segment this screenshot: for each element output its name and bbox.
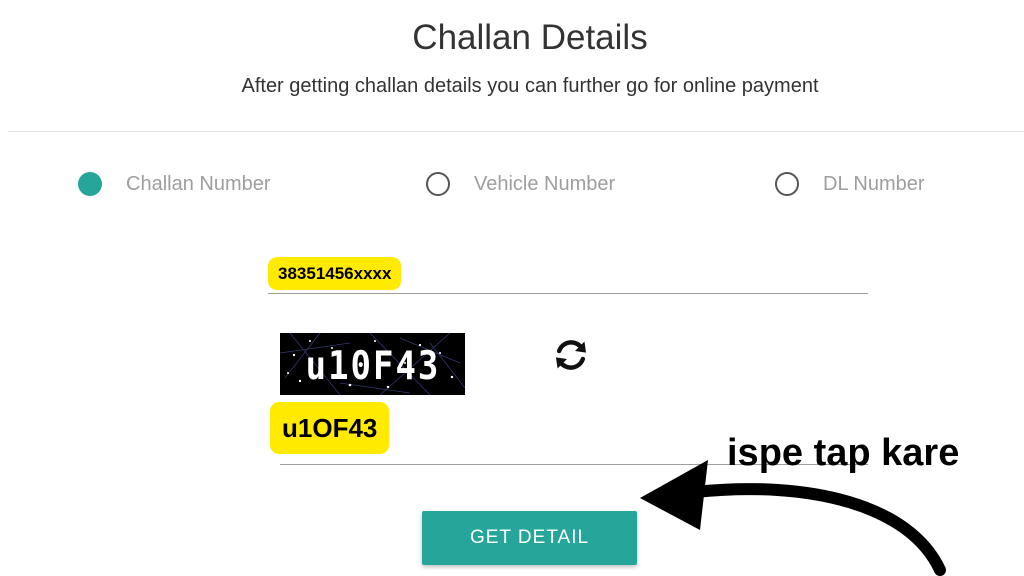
search-type-radio-group: Challan Number Vehicle Number DL Number [0,168,1024,200]
page-title: Challan Details [412,18,648,57]
page-subtitle: After getting challan details you can fu… [241,75,819,97]
radio-label-dl-number: DL Number [823,172,925,195]
refresh-icon[interactable] [552,336,590,374]
annotation-label: ispe tap kare [727,432,960,474]
radio-challan-number[interactable]: Challan Number [78,168,271,200]
radio-vehicle-number[interactable]: Vehicle Number [426,168,615,200]
captcha-text: u10F43 [306,343,441,389]
captcha-image: u10F43 [280,333,465,395]
radio-dl-number[interactable]: DL Number [775,168,925,200]
radio-label-challan-number: Challan Number [126,172,271,195]
radio-label-vehicle-number: Vehicle Number [474,172,616,195]
header-divider [8,131,1024,132]
radio-unchecked-icon[interactable] [426,172,450,196]
radio-unchecked-icon[interactable] [775,172,799,196]
challan-number-value: 38351456xxxx [268,257,402,290]
radio-checked-icon[interactable] [78,172,102,196]
captcha-input-value: u1OF43 [270,402,390,454]
captcha-noise-graphic: u10F43 [280,333,465,395]
challan-number-input[interactable]: 38351456xxxx [268,255,868,294]
